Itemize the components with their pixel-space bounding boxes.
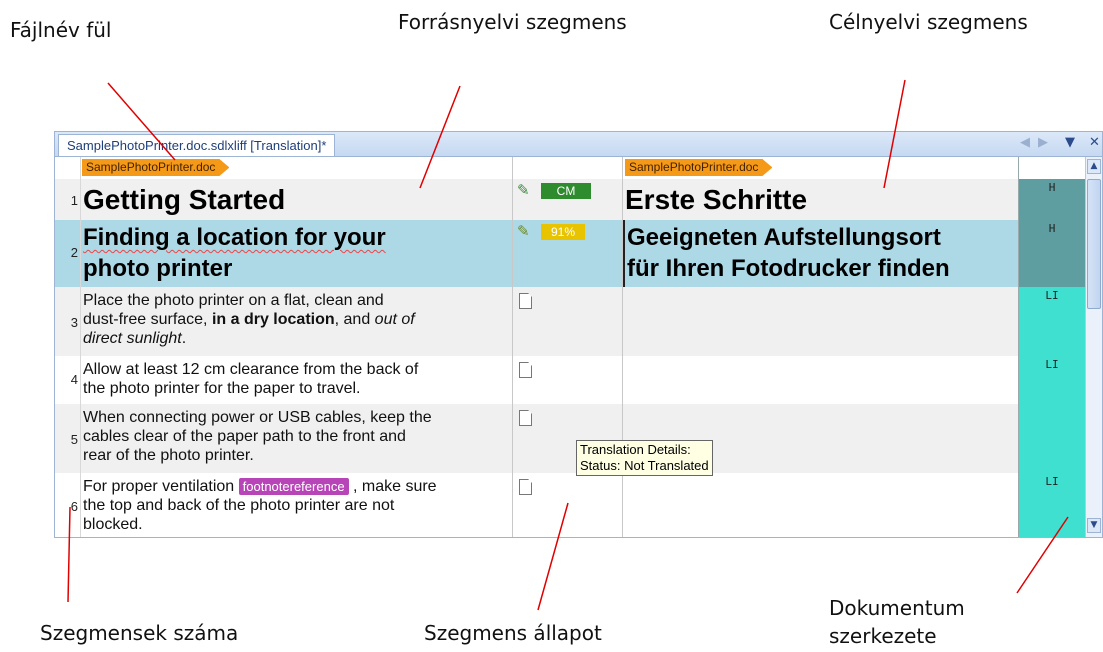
- scroll-up-icon[interactable]: ▲: [1087, 159, 1101, 174]
- structure-cell: LI: [1018, 356, 1085, 404]
- callout-segment-status: Szegmens állapot: [424, 621, 602, 645]
- target-text: Erste Schritte: [625, 184, 808, 215]
- segment-status: ✎ 91%: [513, 220, 623, 287]
- source-text-line2: photo printer: [83, 255, 233, 282]
- segment-row-4[interactable]: 4 Allow at least 12 cm clearance from th…: [55, 356, 1085, 404]
- segment-number: 2: [70, 245, 78, 260]
- structure-cell: LI: [1018, 473, 1085, 537]
- target-segment[interactable]: [623, 287, 1018, 356]
- target-text-line2: für Ihren Fotodrucker finden: [627, 255, 950, 282]
- tab-bar: SamplePhotoPrinter.doc.sdlxliff [Transla…: [55, 132, 1102, 157]
- callout-file-tab: Fájlnév fül: [10, 18, 112, 42]
- tab-scroll-right-icon[interactable]: ▶: [1038, 135, 1048, 151]
- callout-doc-structure-line1: Dokumentum: [829, 596, 965, 620]
- callout-segment-numbers: Szegmensek száma: [40, 621, 239, 645]
- structure-cell: H: [1018, 179, 1085, 220]
- segment-row-3[interactable]: 3 Place the photo printer on a flat, cle…: [55, 287, 1085, 356]
- source-file-tag: SamplePhotoPrinter.doc: [82, 159, 229, 176]
- segment-grid: SamplePhotoPrinter.doc SamplePhotoPrinte…: [55, 157, 1085, 537]
- segment-status: [513, 287, 623, 356]
- not-translated-icon: [519, 362, 532, 378]
- structure-cell: [1018, 404, 1085, 473]
- source-text-line1: Finding a location for your: [83, 224, 386, 251]
- editor-window: SamplePhotoPrinter.doc.sdlxliff [Transla…: [54, 131, 1103, 538]
- segment-row-1[interactable]: 1 Getting Started ✎ CM Erste Schritte H: [55, 179, 1085, 220]
- target-text-line1: Geeigneten Aufstellungsort: [627, 224, 941, 251]
- footnote-reference-tag[interactable]: footnotereference: [238, 478, 349, 495]
- target-segment[interactable]: [623, 356, 1018, 404]
- source-segment[interactable]: Place the photo printer on a flat, clean…: [81, 287, 513, 356]
- segment-status: [513, 356, 623, 404]
- segment-number: 5: [70, 432, 78, 447]
- segment-row-6[interactable]: 6 For proper ventilation footnotereferen…: [55, 473, 1085, 537]
- target-file-tag: SamplePhotoPrinter.doc: [625, 159, 772, 176]
- target-segment[interactable]: Geeigneten Aufstellungsort für Ihren Fot…: [623, 220, 1018, 287]
- callout-source-segment: Forrásnyelvi szegmens: [398, 10, 627, 34]
- source-segment[interactable]: For proper ventilation footnotereference…: [81, 473, 513, 537]
- segment-row-5[interactable]: 5 When connecting power or USB cables, k…: [55, 404, 1085, 473]
- not-translated-icon: [519, 410, 532, 426]
- source-segment[interactable]: Allow at least 12 cm clearance from the …: [81, 356, 513, 404]
- segment-row-2[interactable]: 2 Finding a location for your photo prin…: [55, 220, 1085, 287]
- draft-pencil-icon: ✎: [517, 222, 530, 240]
- tab-list-dropdown-icon[interactable]: ▼: [1065, 135, 1075, 151]
- file-header-row: SamplePhotoPrinter.doc SamplePhotoPrinte…: [55, 157, 1085, 179]
- status-badge: CM: [541, 183, 591, 199]
- source-segment[interactable]: Getting Started: [81, 179, 513, 220]
- scroll-down-icon[interactable]: ▼: [1087, 518, 1101, 533]
- target-segment[interactable]: [623, 473, 1018, 537]
- close-tab-icon[interactable]: ✕: [1089, 135, 1100, 151]
- source-segment[interactable]: Finding a location for your photo printe…: [81, 220, 513, 287]
- fuzzy-match-badge: 91%: [541, 224, 585, 240]
- vertical-scrollbar[interactable]: ▲ ▼: [1085, 157, 1102, 537]
- scroll-thumb[interactable]: [1087, 179, 1101, 309]
- structure-cell: H: [1018, 220, 1085, 287]
- tab-scroll-left-icon[interactable]: ◀: [1020, 135, 1030, 151]
- not-translated-icon: [519, 479, 532, 495]
- not-translated-icon: [519, 293, 532, 309]
- translation-details-tooltip: Translation Details: Status: Not Transla…: [576, 440, 713, 476]
- segment-number: 3: [70, 315, 78, 330]
- segment-status: ✎ CM: [513, 179, 623, 220]
- file-name-tab[interactable]: SamplePhotoPrinter.doc.sdlxliff [Transla…: [58, 134, 336, 156]
- source-text: Getting Started: [83, 184, 286, 215]
- segment-status: [513, 473, 623, 537]
- confirmed-pencil-icon: ✎: [517, 181, 530, 199]
- segment-number: 4: [70, 372, 78, 387]
- segment-number: 6: [70, 499, 78, 514]
- callout-target-segment: Célnyelvi szegmens: [829, 10, 1028, 34]
- target-segment[interactable]: Erste Schritte: [623, 179, 1018, 220]
- source-segment[interactable]: When connecting power or USB cables, kee…: [81, 404, 513, 473]
- structure-cell: LI: [1018, 287, 1085, 356]
- callout-doc-structure-line2: szerkezete: [829, 624, 937, 648]
- segment-number: 1: [70, 193, 78, 208]
